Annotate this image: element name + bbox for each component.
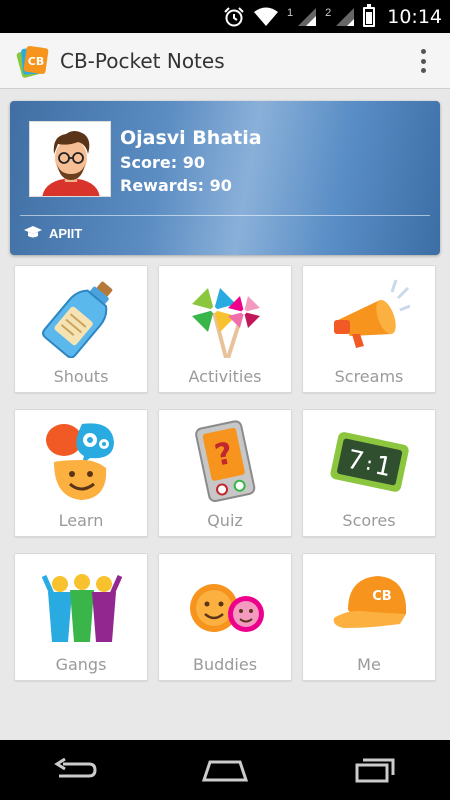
- brain-gears-icon: [46, 423, 114, 500]
- tile-label: Gangs: [55, 655, 107, 674]
- home-icon[interactable]: [195, 750, 255, 790]
- tile-label: Learn: [58, 511, 104, 530]
- wifi-icon: [253, 7, 278, 26]
- pinwheel-icon: [192, 288, 260, 358]
- tile-label: Buddies: [192, 655, 258, 674]
- app-bar: CB CB-Pocket Notes: [0, 33, 450, 89]
- app-logo-icon: CB: [16, 45, 49, 78]
- tile-learn[interactable]: Learn: [14, 409, 148, 537]
- profile-rewards: Rewards: 90: [120, 176, 232, 195]
- clock: 10:14: [387, 5, 442, 28]
- profile-name: Ojasvi Bhatia: [120, 127, 262, 149]
- svg-text:CB: CB: [28, 55, 44, 68]
- alarm-icon: [224, 6, 244, 26]
- signal-icon: [336, 7, 355, 26]
- profile-score: Score: 90: [120, 153, 205, 172]
- tile-label: Screams: [334, 367, 404, 386]
- tile-scores[interactable]: 7 : 1 Scores: [302, 409, 436, 537]
- signal-icon: [298, 7, 317, 26]
- tile-activities[interactable]: Activities: [158, 265, 292, 393]
- cap-icon: CB: [333, 576, 406, 628]
- buddies-faces-icon: [190, 584, 264, 632]
- tile-label: Quiz: [207, 511, 243, 530]
- tile-quiz[interactable]: ? Quiz: [158, 409, 292, 537]
- overflow-menu-icon[interactable]: [418, 49, 428, 73]
- avatar[interactable]: [29, 121, 111, 197]
- tile-me[interactable]: CB Me: [302, 553, 436, 681]
- back-icon[interactable]: [45, 750, 105, 790]
- profile-card[interactable]: Ojasvi Bhatia Score: 90 Rewards: 90 APII…: [10, 101, 440, 255]
- card-divider: [20, 215, 430, 216]
- graduation-cap-icon: [24, 226, 42, 238]
- tile-gangs[interactable]: Gangs: [14, 553, 148, 681]
- recent-apps-icon[interactable]: [345, 750, 405, 790]
- group-people-icon: [42, 574, 122, 642]
- feature-grid: Shouts Activities Screams Learn ? Quiz 7…: [14, 265, 436, 681]
- institution-name: APIIT: [49, 225, 83, 241]
- svg-text:CB: CB: [372, 589, 391, 604]
- megaphone-icon: [334, 279, 410, 348]
- bottle-message-icon: [42, 281, 113, 358]
- tile-label: Activities: [188, 367, 262, 386]
- system-nav-bar: [0, 740, 450, 800]
- scoreboard-icon: 7 : 1: [330, 432, 409, 492]
- signal-sim1: 1: [287, 7, 317, 27]
- signal-sim2: 2: [325, 7, 355, 27]
- status-bar: 1 2 10:14: [0, 0, 450, 33]
- tile-label: Me: [357, 655, 381, 674]
- tile-label: Shouts: [53, 367, 109, 386]
- tile-label: Scores: [342, 511, 396, 530]
- quiz-tablet-icon: ?: [195, 420, 256, 502]
- tile-shouts[interactable]: Shouts: [14, 265, 148, 393]
- sim2-label: 2: [325, 6, 332, 19]
- institution-row: APIIT: [23, 225, 82, 241]
- tile-buddies[interactable]: Buddies: [158, 553, 292, 681]
- battery-icon: [363, 3, 376, 27]
- sim1-label: 1: [286, 6, 294, 19]
- app-title: CB-Pocket Notes: [60, 48, 225, 73]
- tile-screams[interactable]: Screams: [302, 265, 436, 393]
